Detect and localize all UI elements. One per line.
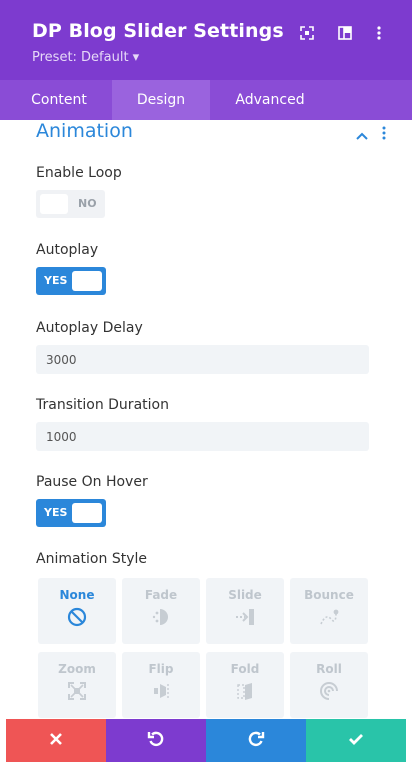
animation-style-bounce[interactable]: Bounce xyxy=(290,578,368,644)
toggle-knob xyxy=(72,271,102,291)
expand-icon[interactable] xyxy=(298,24,316,42)
fold-icon xyxy=(235,681,255,705)
settings-content: Animation Enable Loop NO Autoplay YES Au… xyxy=(6,120,406,719)
pause-on-hover-toggle[interactable]: YES xyxy=(36,499,106,527)
style-label: Slide xyxy=(228,588,262,602)
settings-header: DP Blog Slider Settings Preset: Default … xyxy=(0,0,412,80)
animation-style-roll[interactable]: Roll xyxy=(290,652,368,718)
transition-duration-input[interactable] xyxy=(36,422,369,451)
toggle-knob xyxy=(40,194,68,214)
style-label: Bounce xyxy=(304,588,354,602)
section-controls xyxy=(356,125,386,144)
fade-icon xyxy=(150,607,172,631)
roll-icon xyxy=(319,681,339,705)
autoplay-delay-field[interactable] xyxy=(36,345,369,374)
tab-content[interactable]: Content xyxy=(0,80,118,120)
toggle-state: YES xyxy=(44,506,68,519)
chevron-up-icon[interactable] xyxy=(356,125,368,144)
animation-style-zoom[interactable]: Zoom xyxy=(38,652,116,718)
pause-on-hover-label: Pause On Hover xyxy=(36,474,148,490)
animation-style-none[interactable]: None xyxy=(38,578,116,644)
enable-loop-label: Enable Loop xyxy=(36,165,122,181)
undo-button[interactable] xyxy=(106,719,206,762)
action-bar xyxy=(6,719,406,762)
redo-icon xyxy=(247,730,265,752)
more-vertical-icon[interactable] xyxy=(370,24,388,42)
autoplay-label: Autoplay xyxy=(36,242,99,258)
zoom-icon xyxy=(67,681,87,705)
undo-icon xyxy=(147,730,165,752)
toggle-knob xyxy=(72,503,102,523)
close-button[interactable] xyxy=(6,719,106,762)
flip-icon xyxy=(151,681,171,705)
close-icon xyxy=(49,731,63,750)
redo-button[interactable] xyxy=(206,719,306,762)
style-label: Zoom xyxy=(58,662,96,676)
style-label: Flip xyxy=(148,662,174,676)
slide-icon xyxy=(234,607,256,631)
check-icon xyxy=(348,731,364,750)
autoplay-toggle[interactable]: YES xyxy=(36,267,106,295)
toggle-state: NO xyxy=(78,197,97,210)
tab-advanced[interactable]: Advanced xyxy=(210,80,330,120)
preset-dropdown[interactable]: Preset: Default ▾ xyxy=(32,50,139,65)
more-vertical-icon[interactable] xyxy=(382,125,386,144)
tab-design[interactable]: Design xyxy=(112,80,210,120)
columns-icon[interactable] xyxy=(336,24,354,42)
transition-duration-label: Transition Duration xyxy=(36,397,169,413)
toggle-state: YES xyxy=(44,274,68,287)
enable-loop-toggle[interactable]: NO xyxy=(36,190,105,218)
animation-style-label: Animation Style xyxy=(36,551,147,567)
autoplay-delay-label: Autoplay Delay xyxy=(36,320,143,336)
none-icon xyxy=(67,607,87,631)
save-button[interactable] xyxy=(306,719,406,762)
animation-style-slide[interactable]: Slide xyxy=(206,578,284,644)
style-label: Fold xyxy=(230,662,260,676)
bounce-icon xyxy=(318,607,340,631)
section-title[interactable]: Animation xyxy=(36,120,133,142)
animation-style-fold[interactable]: Fold xyxy=(206,652,284,718)
tab-bar: Content Design Advanced xyxy=(0,80,412,120)
style-label: Fade xyxy=(144,588,178,602)
style-label: None xyxy=(59,588,95,602)
transition-duration-field[interactable] xyxy=(36,422,369,451)
modal-title: DP Blog Slider Settings xyxy=(32,20,284,42)
animation-style-flip[interactable]: Flip xyxy=(122,652,200,718)
autoplay-delay-input[interactable] xyxy=(36,345,369,374)
animation-style-fade[interactable]: Fade xyxy=(122,578,200,644)
style-label: Roll xyxy=(316,662,342,676)
